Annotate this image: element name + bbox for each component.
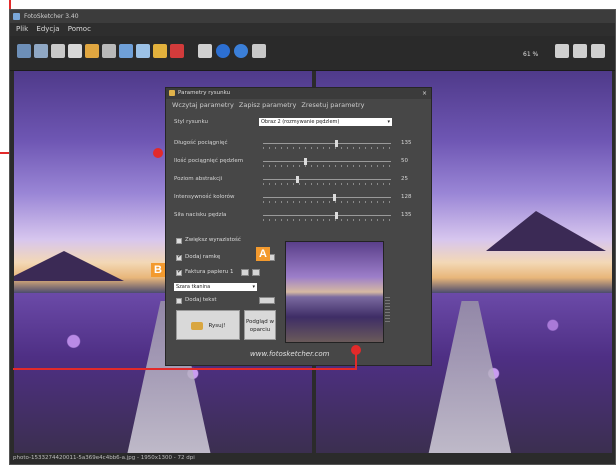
slider-ticks bbox=[263, 219, 391, 221]
sharpen-label: Zwiększ wyrazistość bbox=[185, 237, 241, 243]
slider-ticks bbox=[263, 201, 391, 203]
open-icon[interactable] bbox=[17, 44, 31, 58]
draw-button[interactable]: Rysuj! bbox=[176, 310, 240, 340]
parameter-tabs: Wczytaj parametry Zapisz parametry Zrese… bbox=[172, 101, 367, 109]
copy-icon[interactable] bbox=[51, 44, 65, 58]
draw-button-label: Rysuj! bbox=[208, 323, 226, 329]
preview-scrollbar[interactable] bbox=[385, 297, 390, 324]
slider-label: Długość pociągnięć bbox=[174, 140, 228, 146]
slider-handle[interactable] bbox=[335, 212, 338, 219]
callout-a: A bbox=[256, 247, 270, 261]
slider-track[interactable] bbox=[263, 158, 391, 165]
style-select[interactable]: Obraz 2 (rozmywanie pędzlem) ▾ bbox=[259, 118, 392, 126]
palette-icon bbox=[169, 90, 175, 96]
brush-icon bbox=[190, 321, 203, 330]
style-label: Styl rysunku bbox=[174, 119, 209, 125]
callout-b: B bbox=[151, 263, 165, 277]
slider-value: 25 bbox=[401, 176, 408, 182]
slider-track[interactable] bbox=[263, 212, 391, 219]
callout-line-preview bbox=[355, 350, 357, 370]
chevron-down-icon: ▾ bbox=[387, 119, 390, 125]
text-options-button[interactable] bbox=[259, 297, 275, 304]
tab-save-params[interactable]: Zapisz parametry bbox=[239, 101, 296, 109]
texture-value: Szara tkanina bbox=[176, 284, 211, 290]
slider-handle[interactable] bbox=[296, 176, 299, 183]
redo-icon[interactable] bbox=[102, 44, 116, 58]
preview-compare-label-2: oparciu bbox=[249, 327, 271, 333]
chevron-down-icon: ▾ bbox=[252, 284, 255, 290]
title-bar: FotoSketcher 3.40 bbox=[10, 10, 615, 23]
texture-select[interactable]: Szara tkanina ▾ bbox=[174, 283, 257, 291]
preview-compare-label-1: Podgląd w bbox=[245, 319, 275, 325]
zoom-out-icon[interactable] bbox=[591, 44, 605, 58]
app-icon bbox=[13, 13, 20, 20]
slider-ticks bbox=[263, 147, 391, 149]
dialog-title: Parametry rysunku bbox=[178, 90, 231, 96]
app-title: FotoSketcher 3.40 bbox=[24, 13, 79, 20]
zoom-in-icon[interactable] bbox=[555, 44, 569, 58]
menu-bar: Plik Edycja Pomoc bbox=[10, 23, 615, 36]
style-value: Obraz 2 (rozmywanie pędzlem) bbox=[261, 119, 340, 125]
info-icon[interactable] bbox=[216, 44, 230, 58]
slider-ticks bbox=[263, 183, 391, 185]
drawing-parameters-dialog: Parametry rysunku × Wczytaj parametry Za… bbox=[165, 87, 432, 366]
menu-file[interactable]: Plik bbox=[16, 23, 28, 36]
marker-dot-sliders bbox=[153, 148, 163, 158]
tab-reset-params[interactable]: Zresetuj parametry bbox=[301, 101, 364, 109]
print-icon[interactable] bbox=[198, 44, 212, 58]
add-text-checkbox[interactable] bbox=[176, 298, 182, 304]
slider-handle[interactable] bbox=[304, 158, 307, 165]
status-bar: photo-1533274420011-5a369e4c4bb6-a.jpg -… bbox=[10, 453, 615, 464]
image-icon[interactable] bbox=[119, 44, 133, 58]
paper-texture-label: Faktura papieru 1 bbox=[185, 269, 234, 275]
menu-edit[interactable]: Edycja bbox=[36, 23, 59, 36]
texture-prev-button[interactable] bbox=[241, 269, 249, 276]
slider-handle[interactable] bbox=[335, 140, 338, 147]
slider-track[interactable] bbox=[263, 194, 391, 201]
slider-value: 135 bbox=[401, 140, 412, 146]
preview-compare-button[interactable]: Podgląd w oparciu bbox=[244, 310, 276, 340]
undo-icon[interactable] bbox=[85, 44, 99, 58]
slider-value: 128 bbox=[401, 194, 412, 200]
zoom-fit-icon[interactable] bbox=[573, 44, 587, 58]
toolbar: 61 % bbox=[10, 36, 615, 71]
dialog-title-bar: Parametry rysunku × bbox=[166, 88, 431, 99]
texture-next-button[interactable] bbox=[252, 269, 260, 276]
sharpen-checkbox[interactable] bbox=[176, 238, 182, 244]
frame-label: Dodaj ramkę bbox=[185, 254, 221, 260]
add-text-label: Dodaj tekst bbox=[185, 297, 217, 303]
brush-icon[interactable] bbox=[153, 44, 167, 58]
slider-label: Siła nacisku pędzla bbox=[174, 212, 227, 218]
tab-load-params[interactable]: Wczytaj parametry bbox=[172, 101, 234, 109]
slider-label: Intensywność kolorów bbox=[174, 194, 235, 200]
slider-handle[interactable] bbox=[333, 194, 336, 201]
website-link[interactable]: www.fotosketcher.com bbox=[250, 350, 329, 358]
slider-ticks bbox=[263, 165, 391, 167]
preview-thumbnail[interactable] bbox=[285, 241, 384, 343]
paper-texture-checkbox[interactable] bbox=[176, 268, 182, 276]
paint-icon[interactable] bbox=[170, 44, 184, 58]
save-icon[interactable] bbox=[34, 44, 48, 58]
picture-icon[interactable] bbox=[136, 44, 150, 58]
slider-value: 50 bbox=[401, 158, 408, 164]
slider-track[interactable] bbox=[263, 176, 391, 183]
zoom-level: 61 % bbox=[523, 51, 539, 58]
slider-label: Ilość pociągnięć pędzlem bbox=[174, 158, 244, 164]
help-icon[interactable] bbox=[234, 44, 248, 58]
user-icon[interactable] bbox=[252, 44, 266, 58]
slider-value: 135 bbox=[401, 212, 412, 218]
menu-help[interactable]: Pomoc bbox=[68, 23, 91, 36]
slider-track[interactable] bbox=[263, 140, 391, 147]
callout-line-bottom bbox=[13, 368, 356, 370]
frame-checkbox[interactable] bbox=[176, 253, 182, 261]
slider-label: Poziom abstrakcji bbox=[174, 176, 223, 182]
close-icon[interactable]: × bbox=[422, 88, 427, 99]
paste-icon[interactable] bbox=[68, 44, 82, 58]
